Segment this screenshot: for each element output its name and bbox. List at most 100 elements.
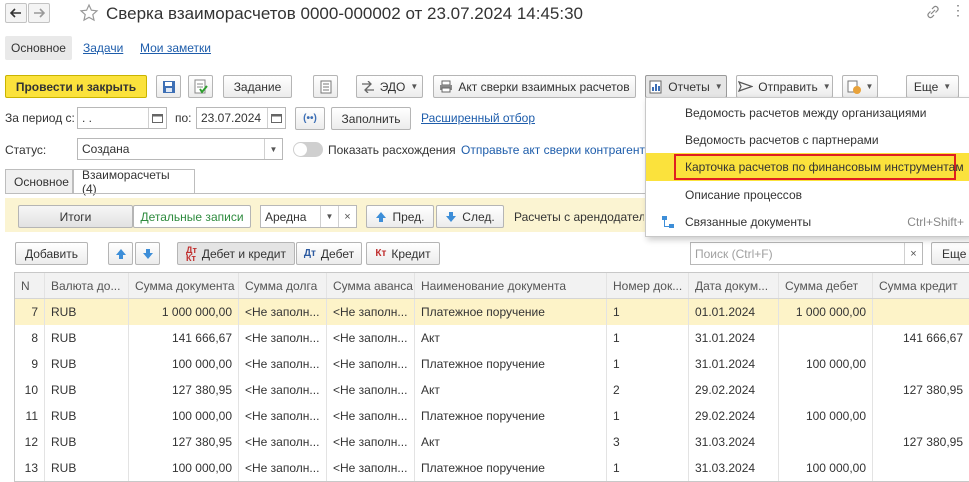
edo-label: ЭДО xyxy=(379,79,406,94)
section-tasks[interactable]: Задачи xyxy=(83,36,123,60)
reports-button[interactable]: Отчеты ▼ xyxy=(645,75,727,98)
fill-button[interactable]: Заполнить xyxy=(331,107,411,130)
table-cell: 127 380,95 xyxy=(129,377,239,403)
show-differences-toggle[interactable] xyxy=(293,142,323,157)
settlements-table: N Валюта до... Сумма документа Сумма долга С… xyxy=(14,272,969,482)
column-header[interactable]: Валюта до... xyxy=(45,273,129,298)
menu-item-shortcut: Ctrl+Shift+ xyxy=(907,215,964,229)
section-main-label: Основное xyxy=(11,41,66,55)
send-act-link[interactable]: Отправьте акт сверки контрагенту xyxy=(461,143,651,157)
advanced-filter-link[interactable]: Расширенный отбор xyxy=(421,111,535,125)
section-notes[interactable]: Мои заметки xyxy=(140,36,211,60)
table-row[interactable]: 7 RUB 1 000 000,00 <Не заполн... <Не заполн.… xyxy=(15,299,969,325)
menu-item-label: Ведомость расчетов между организациями xyxy=(685,106,927,120)
tab-main[interactable]: Основное xyxy=(5,169,73,193)
print-list-button[interactable] xyxy=(313,75,338,98)
details-button[interactable]: Детальные записи xyxy=(133,205,251,228)
clear-icon[interactable]: × xyxy=(904,243,922,264)
period-to-value: 23.07.2024 xyxy=(201,111,262,125)
table-row[interactable]: 9 RUB 100 000,00 <Не заполн... <Не заполн...… xyxy=(15,351,969,377)
table-cell xyxy=(779,377,873,403)
next-button[interactable]: След. xyxy=(436,205,504,228)
search-placeholder: Поиск (Ctrl+F) xyxy=(695,246,773,261)
move-up-button[interactable] xyxy=(108,242,133,265)
table-row[interactable]: 12 RUB 127 380,95 <Не заполн... <Не заполн..… xyxy=(15,429,969,455)
totals-button[interactable]: Итоги xyxy=(18,205,133,228)
list-document-icon xyxy=(320,80,331,93)
menu-item-org-settlements[interactable]: Ведомость расчетов между организациями xyxy=(646,99,969,127)
task-button[interactable]: Задание xyxy=(223,75,292,98)
tab-settlements[interactable]: Взаиморасчеты (4) xyxy=(73,168,195,196)
column-header[interactable]: N xyxy=(15,273,45,298)
credit-button[interactable]: Кт Кредит xyxy=(366,242,440,265)
post-button[interactable] xyxy=(188,75,213,98)
table-cell: <Не заполн... xyxy=(239,299,327,325)
contract-select[interactable]: Аредна ▼ × xyxy=(260,205,357,228)
table-cell: 100 000,00 xyxy=(779,351,873,377)
arrow-up-icon xyxy=(115,248,126,259)
favorite-star-icon[interactable] xyxy=(79,3,99,26)
debit-credit-label: Дебет и кредит xyxy=(201,246,286,261)
act-reconciliation-button[interactable]: Акт сверки взаимных расчетов xyxy=(433,75,636,98)
more-button[interactable]: Еще ▼ xyxy=(906,75,959,98)
menu-item-partner-settlements[interactable]: Ведомость расчетов с партнерами xyxy=(646,126,969,154)
debit-button[interactable]: Дт Дебет xyxy=(296,242,362,265)
table-row[interactable]: 13 RUB 100 000,00 <Не заполн... <Не заполн..… xyxy=(15,455,969,481)
column-header[interactable]: Сумма долга xyxy=(239,273,327,298)
post-and-close-button[interactable]: Провести и закрыть xyxy=(5,75,147,98)
table-cell: RUB xyxy=(45,351,129,377)
clear-icon[interactable]: × xyxy=(338,206,356,227)
table-more-button[interactable]: Еще xyxy=(931,242,969,265)
calendar-icon[interactable] xyxy=(267,108,285,128)
column-header[interactable]: Дата докум... xyxy=(689,273,779,298)
create-based-on-button[interactable]: ▼ xyxy=(842,75,878,98)
column-header[interactable]: Сумма аванса xyxy=(327,273,415,298)
table-row[interactable]: 10 RUB 127 380,95 <Не заполн... <Не заполн..… xyxy=(15,377,969,403)
calendar-icon[interactable] xyxy=(148,108,166,128)
post-document-icon xyxy=(194,79,208,94)
table-row[interactable]: 8 RUB 141 666,67 <Не заполн... <Не заполн...… xyxy=(15,325,969,351)
column-header[interactable]: Наименование документа xyxy=(415,273,607,298)
move-down-button[interactable] xyxy=(135,242,160,265)
column-header[interactable]: Сумма кредит xyxy=(873,273,969,298)
table-cell: <Не заполн... xyxy=(327,351,415,377)
table-row[interactable]: 11 RUB 100 000,00 <Не заполн... <Не заполн..… xyxy=(15,403,969,429)
edo-button[interactable]: ЭДО ▼ xyxy=(356,75,423,98)
debit-label: Дебет xyxy=(320,246,355,261)
back-button[interactable] xyxy=(5,3,27,23)
column-header[interactable]: Номер док... xyxy=(607,273,689,298)
period-to-input[interactable]: 23.07.2024 xyxy=(196,107,286,129)
reports-menu: Ведомость расчетов между организациями В… xyxy=(645,97,969,237)
window-more-icon[interactable]: ⋮ xyxy=(951,2,965,19)
menu-item-label: Ведомость расчетов с партнерами xyxy=(685,133,879,147)
debit-credit-button[interactable]: Дт Кт Дебет и кредит xyxy=(177,242,295,265)
table-cell: Платежное поручение xyxy=(415,403,607,429)
chevron-down-icon[interactable]: ▼ xyxy=(264,139,282,159)
menu-item-process-description[interactable]: Описание процессов xyxy=(646,181,969,209)
section-main[interactable]: Основное xyxy=(5,36,72,60)
column-header[interactable]: Сумма дебет xyxy=(779,273,873,298)
column-header[interactable]: Сумма документа xyxy=(129,273,239,298)
search-input[interactable]: Поиск (Ctrl+F) × xyxy=(690,242,923,265)
edo-icon xyxy=(361,80,374,93)
chevron-down-icon: ▼ xyxy=(410,82,419,91)
send-button[interactable]: Отправить ▼ xyxy=(736,75,833,98)
table-cell: <Не заполн... xyxy=(239,351,327,377)
table-cell: 1 xyxy=(607,403,689,429)
menu-item-label: Описание процессов xyxy=(685,188,802,202)
chevron-down-icon: ▼ xyxy=(822,82,831,91)
table-cell: 1 000 000,00 xyxy=(129,299,239,325)
table-cell: 1 xyxy=(607,455,689,481)
period-from-input[interactable]: . . xyxy=(77,107,167,129)
status-select[interactable]: Создана ▼ xyxy=(77,138,283,160)
forward-button[interactable] xyxy=(28,3,50,23)
prev-button[interactable]: Пред. xyxy=(366,205,434,228)
toggle-knob xyxy=(294,143,307,156)
menu-item-financial-instruments-card[interactable]: Карточка расчетов по финансовым инструме… xyxy=(646,153,969,181)
save-button[interactable] xyxy=(156,75,181,98)
add-button[interactable]: Добавить xyxy=(15,242,88,265)
menu-item-related-documents[interactable]: Связанные документы Ctrl+Shift+ xyxy=(646,208,969,236)
chevron-down-icon[interactable]: ▼ xyxy=(320,206,338,227)
period-select-button[interactable]: (••) xyxy=(295,107,325,130)
link-icon[interactable] xyxy=(925,5,941,22)
